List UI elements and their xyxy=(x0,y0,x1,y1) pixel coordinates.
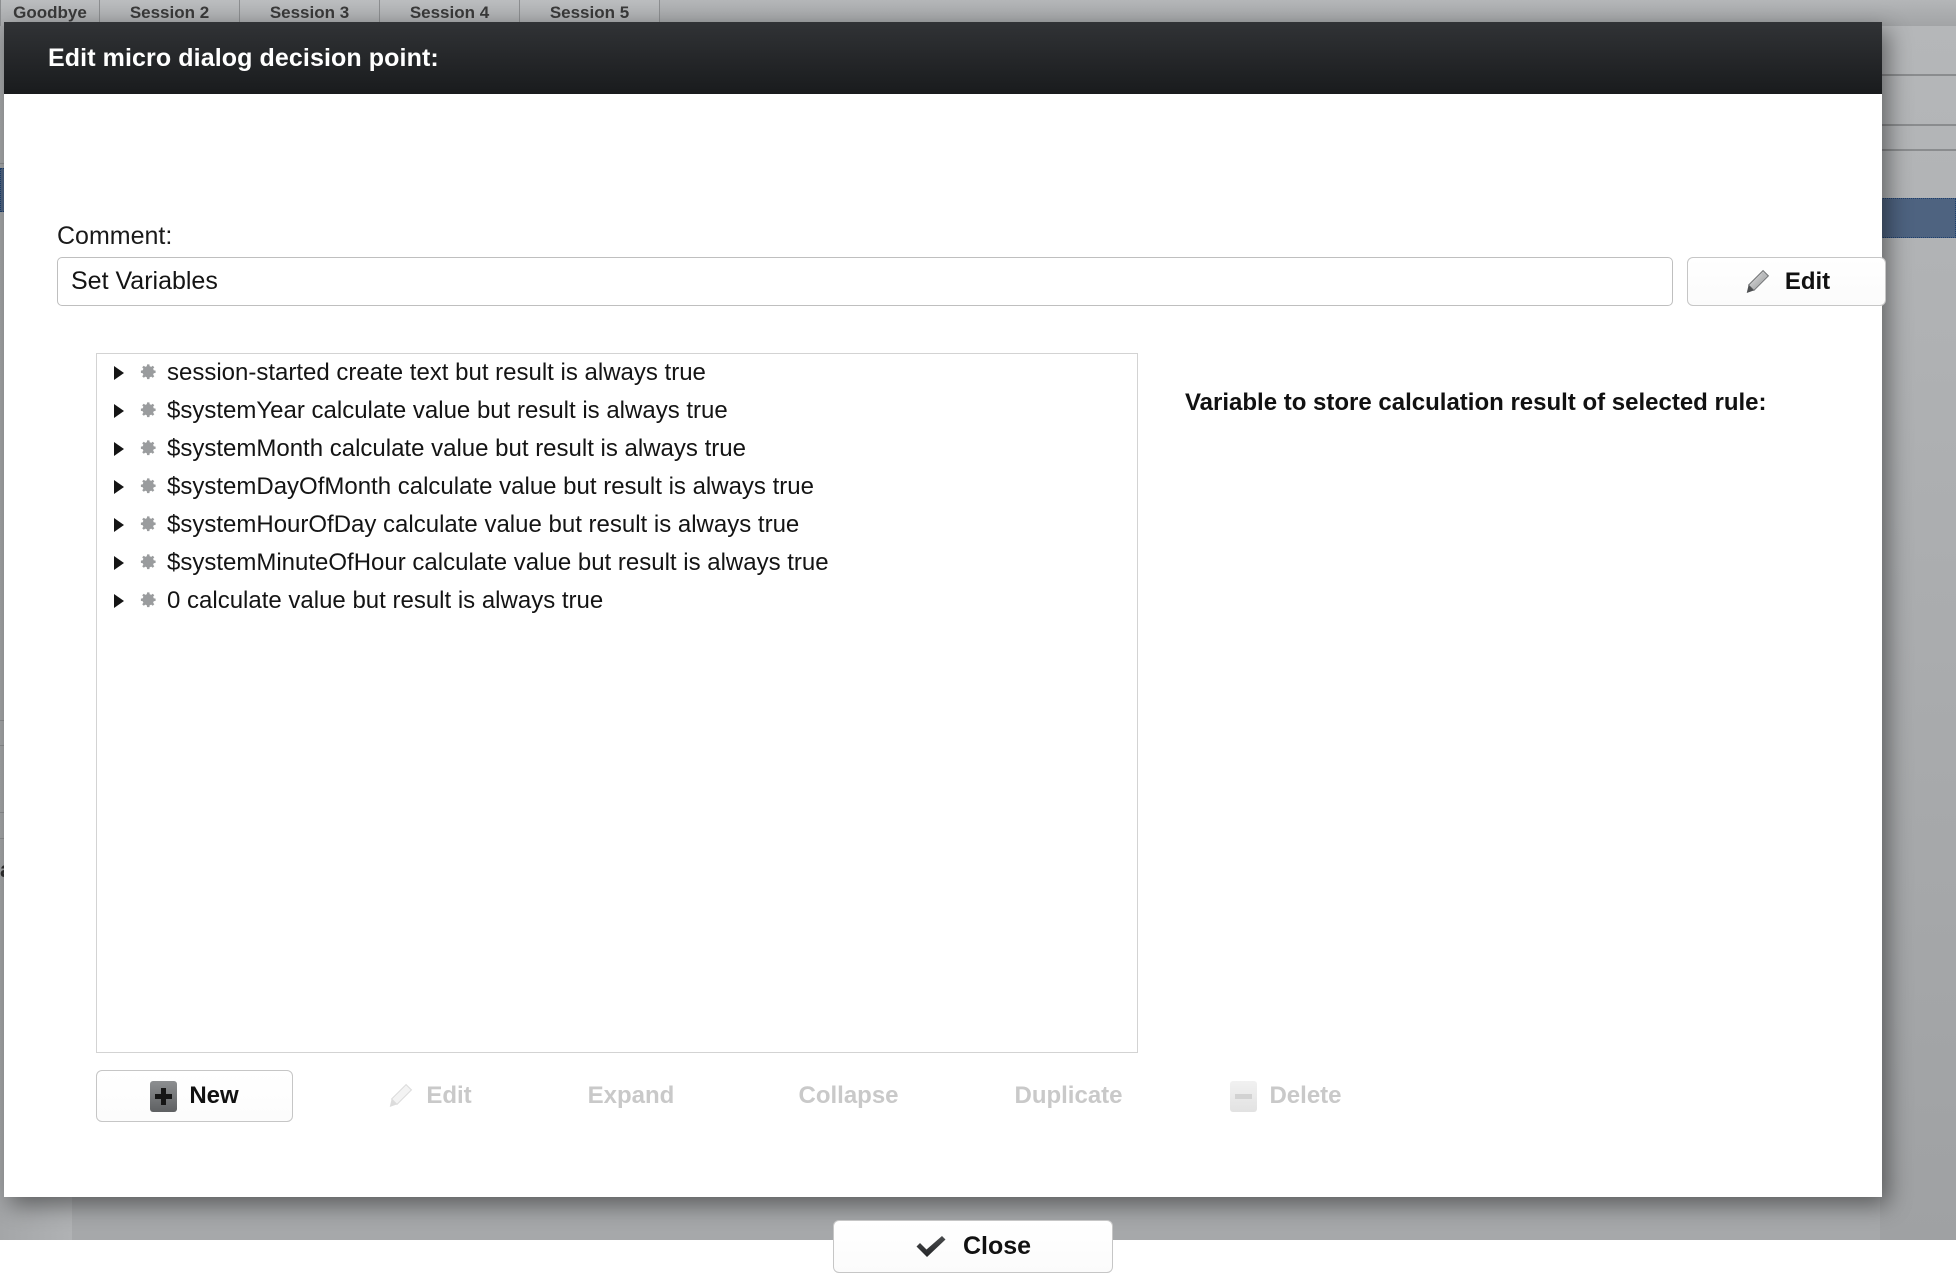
tree-row[interactable]: $systemHourOfDay calculate value but res… xyxy=(97,506,1137,544)
background-tab-label: Session 4 xyxy=(410,3,489,23)
minus-icon xyxy=(1230,1081,1257,1112)
tree-row-label: $systemHourOfDay calculate value but res… xyxy=(167,511,799,539)
gear-icon xyxy=(129,513,167,537)
edit-rule-button[interactable]: Edit xyxy=(354,1070,504,1122)
collapse-button[interactable]: Collapse xyxy=(776,1070,921,1122)
expander-triangle-icon[interactable] xyxy=(109,354,129,392)
duplicate-button[interactable]: Duplicate xyxy=(991,1070,1146,1122)
background-tab-label: Goodbye xyxy=(13,3,87,23)
plus-icon xyxy=(150,1081,177,1112)
background-row-divider xyxy=(1880,149,1956,151)
expander-triangle-icon[interactable] xyxy=(109,582,129,620)
tree-row-label: $systemMinuteOfHour calculate value but … xyxy=(167,549,829,577)
expand-button-label: Expand xyxy=(588,1082,675,1110)
gear-icon xyxy=(129,589,167,613)
tree-row-label: $systemDayOfMonth calculate value but re… xyxy=(167,473,814,501)
tree-row-label: 0 calculate value but result is always t… xyxy=(167,587,603,615)
background-right-panel xyxy=(1880,26,1956,1240)
background-row-divider xyxy=(1880,124,1956,126)
new-rule-button-label: New xyxy=(189,1082,238,1110)
dialog-body: Comment: Edit xyxy=(4,94,1882,1197)
pencil-icon xyxy=(386,1082,414,1110)
dialog-title: Edit micro dialog decision point: xyxy=(48,44,439,73)
comment-edit-button[interactable]: Edit xyxy=(1687,257,1886,306)
comment-edit-button-label: Edit xyxy=(1785,268,1830,296)
expander-triangle-icon[interactable] xyxy=(109,468,129,506)
expander-triangle-icon[interactable] xyxy=(109,430,129,468)
background-right-selected-row[interactable] xyxy=(1880,198,1956,238)
tree-row[interactable]: session-started create text but result i… xyxy=(97,354,1137,392)
expander-triangle-icon[interactable] xyxy=(109,544,129,582)
tree-row[interactable]: $systemDayOfMonth calculate value but re… xyxy=(97,468,1137,506)
background-tab-label: Session 2 xyxy=(130,3,209,23)
tree-row-label: session-started create text but result i… xyxy=(167,359,706,387)
delete-button-label: Delete xyxy=(1269,1082,1341,1110)
gear-icon xyxy=(129,475,167,499)
check-icon xyxy=(915,1234,947,1260)
background-tab-label: Session 3 xyxy=(270,3,349,23)
gear-icon xyxy=(129,399,167,423)
tree-row[interactable]: 0 calculate value but result is always t… xyxy=(97,582,1137,620)
comment-input[interactable] xyxy=(57,257,1673,306)
tree-row[interactable]: $systemMonth calculate value but result … xyxy=(97,430,1137,468)
comment-label: Comment: xyxy=(57,222,172,251)
close-button[interactable]: Close xyxy=(833,1220,1113,1273)
duplicate-button-label: Duplicate xyxy=(1014,1082,1122,1110)
tree-row-label: $systemMonth calculate value but result … xyxy=(167,435,746,463)
tree-row-label: $systemYear calculate value but result i… xyxy=(167,397,728,425)
collapse-button-label: Collapse xyxy=(798,1082,898,1110)
rules-tree-list[interactable]: session-started create text but result i… xyxy=(96,353,1138,1053)
dialog-titlebar: Edit micro dialog decision point: xyxy=(4,22,1882,94)
pencil-icon xyxy=(1743,268,1771,296)
gear-icon xyxy=(129,437,167,461)
background-tab-label: Session 5 xyxy=(550,3,629,23)
expander-triangle-icon[interactable] xyxy=(109,392,129,430)
tree-row[interactable]: $systemYear calculate value but result i… xyxy=(97,392,1137,430)
edit-micro-dialog-decision-point-dialog: Edit micro dialog decision point: Commen… xyxy=(4,22,1882,1197)
expander-triangle-icon[interactable] xyxy=(109,506,129,544)
expand-button[interactable]: Expand xyxy=(566,1070,696,1122)
gear-icon xyxy=(129,551,167,575)
edit-rule-button-label: Edit xyxy=(426,1082,471,1110)
delete-button[interactable]: Delete xyxy=(1206,1070,1366,1122)
rules-action-toolbar: New Edit Expand Collapse Duplicate xyxy=(96,1070,1256,1122)
new-rule-button[interactable]: New xyxy=(96,1070,293,1122)
variable-store-label: Variable to store calculation result of … xyxy=(1185,389,1767,417)
gear-icon xyxy=(129,361,167,385)
close-button-label: Close xyxy=(963,1232,1031,1261)
tree-row[interactable]: $systemMinuteOfHour calculate value but … xyxy=(97,544,1137,582)
background-row-divider xyxy=(1880,74,1956,76)
